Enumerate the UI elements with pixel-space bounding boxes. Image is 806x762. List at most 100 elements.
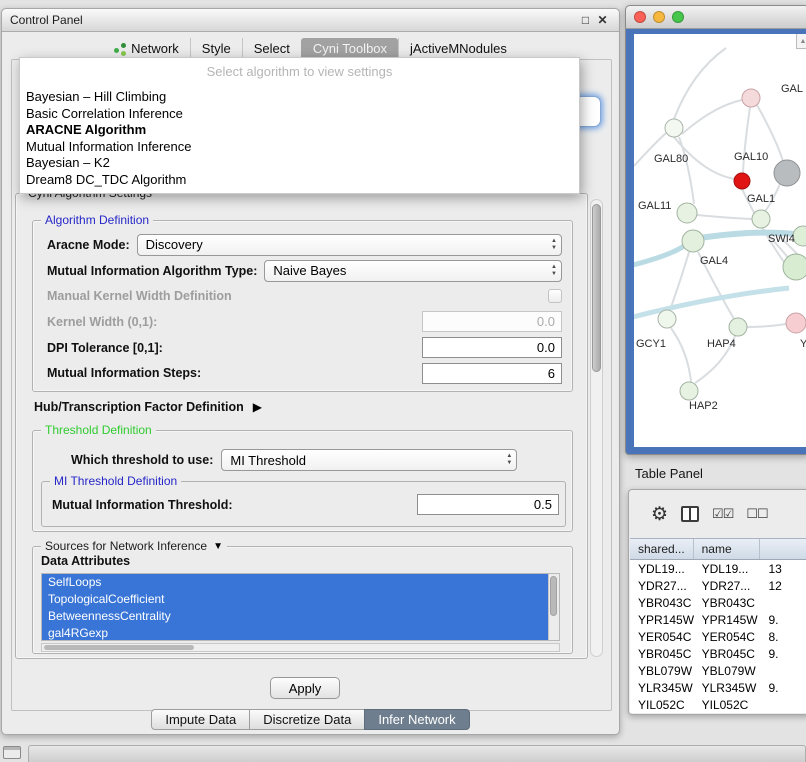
attributes-horizontal-scrollbar[interactable] [41, 643, 560, 652]
columns-icon[interactable] [681, 506, 699, 522]
attribute-item-betweennesscentrality[interactable]: BetweennessCentrality [42, 608, 548, 625]
network-edge[interactable] [743, 107, 750, 173]
network-svg[interactable]: GALGAL80GAL10GAL11GAL1SWI4GAL4GCY1HAP4YH… [634, 34, 806, 447]
table-row[interactable]: YBL079WYBL079W [630, 662, 806, 679]
gear-icon[interactable]: ⚙ [651, 505, 668, 524]
float-window-icon[interactable]: □ [577, 13, 594, 27]
network-node[interactable] [752, 210, 770, 228]
table-row[interactable]: YPR145WYPR145W9. [630, 611, 806, 628]
column-header-2[interactable] [760, 539, 806, 559]
table-cell: YLR345W [694, 679, 761, 696]
network-node[interactable] [783, 254, 806, 280]
network-edge[interactable] [634, 288, 789, 318]
combo-arrows-icon: ▲▼ [551, 264, 557, 278]
manual-kernel-checkbox[interactable] [548, 289, 562, 303]
table-cell: YPR145W [630, 611, 694, 628]
table-cell [760, 696, 806, 713]
dpi-tolerance-field[interactable]: 0.0 [422, 337, 562, 358]
network-edge[interactable] [697, 215, 752, 219]
kernel-width-field[interactable]: 0.0 [422, 311, 562, 332]
manual-kernel-label: Manual Kernel Width Definition [47, 289, 232, 303]
bottom-tabs: Impute DataDiscretize DataInfer Network [2, 709, 619, 730]
network-edge[interactable] [634, 246, 684, 266]
network-node[interactable] [680, 382, 698, 400]
network-node[interactable] [734, 173, 750, 189]
network-node[interactable] [677, 203, 697, 223]
algorithm-option-bayesian-hill-climbing[interactable]: Bayesian – Hill Climbing [20, 89, 579, 106]
table-row[interactable]: YBR045CYBR045C9. [630, 645, 806, 662]
algorithm-option-basic-correlation-inference[interactable]: Basic Correlation Inference [20, 106, 579, 123]
mi-threshold-field[interactable]: 0.5 [417, 494, 559, 515]
table-row[interactable]: YDR27...YDR27...12 [630, 577, 806, 594]
table-row[interactable]: YER054CYER054C8. [630, 628, 806, 645]
mac-minimize-icon[interactable] [653, 11, 665, 23]
bottom-tab-discretize-data[interactable]: Discretize Data [249, 709, 365, 730]
network-node[interactable] [793, 226, 806, 246]
aracne-mode-label: Aracne Mode: [47, 238, 130, 252]
network-node[interactable] [682, 230, 704, 252]
dpi-tolerance-label: DPI Tolerance [0,1]: [47, 341, 163, 355]
mac-zoom-icon[interactable] [672, 11, 684, 23]
expand-right-icon[interactable]: ▶ [253, 400, 262, 414]
mi-type-combobox[interactable]: Naive Bayes ▲▼ [264, 260, 562, 282]
network-edge[interactable] [679, 137, 694, 204]
select-all-checkboxes-icon[interactable]: ☑☑ [712, 506, 733, 522]
which-threshold-label: Which threshold to use: [71, 453, 213, 467]
which-threshold-combobox[interactable]: MI Threshold ▲▼ [221, 449, 517, 471]
network-node[interactable] [665, 119, 683, 137]
table-panel-window: ⚙ ☑☑ ☐☐ shared...name YDL19...YDL19...13… [628, 489, 806, 715]
mi-steps-field[interactable]: 6 [422, 363, 562, 384]
network-node[interactable] [786, 313, 806, 333]
column-header-shared[interactable]: shared... [630, 539, 694, 559]
attributes-vertical-scrollbar[interactable] [548, 574, 559, 640]
algorithm-dropdown-list: Bayesian – Hill ClimbingBasic Correlatio… [20, 89, 579, 188]
data-attributes-label: Data Attributes [41, 554, 130, 568]
algorithm-definition-group: Algorithm Definition Aracne Mode: Discov… [32, 220, 573, 392]
attribute-item-topologicalcoefficient[interactable]: TopologicalCoefficient [42, 591, 548, 608]
sources-group-title[interactable]: Sources for Network Inference ▼ [41, 539, 227, 553]
collapse-down-icon[interactable]: ▼ [213, 541, 223, 552]
table-cell [760, 662, 806, 679]
table-row[interactable]: YLR345WYLR345W9. [630, 679, 806, 696]
settings-scrollbar[interactable] [590, 199, 603, 657]
network-node[interactable] [729, 318, 747, 336]
network-node[interactable] [774, 160, 800, 186]
network-edge[interactable] [682, 100, 742, 134]
network-node[interactable] [658, 310, 676, 328]
data-attributes-list[interactable]: SelfLoopsTopologicalCoefficientBetweenne… [41, 573, 560, 641]
clear-checkboxes-icon[interactable]: ☐☐ [746, 506, 767, 522]
close-window-icon[interactable]: ✕ [594, 13, 611, 27]
network-canvas[interactable]: GALGAL80GAL10GAL11GAL1SWI4GAL4GCY1HAP4YH… [634, 34, 806, 447]
algorithm-option-mutual-information-inference[interactable]: Mutual Information Inference [20, 139, 579, 156]
node-label-gal: GAL [781, 83, 803, 95]
table-cell: YBR043C [694, 594, 761, 611]
network-scrollbar-button[interactable]: ▲ [796, 34, 806, 49]
network-edge[interactable] [670, 252, 689, 310]
mac-close-icon[interactable] [634, 11, 646, 23]
control-panel-titlebar[interactable]: Control Panel □ ✕ [2, 9, 619, 32]
network-edge[interactable] [671, 328, 691, 382]
table-row[interactable]: YDL19...YDL19...13 [630, 560, 806, 577]
table-row[interactable]: YBR043CYBR043C [630, 594, 806, 611]
network-node[interactable] [742, 89, 760, 107]
tab-label: Style [202, 41, 231, 56]
apply-button[interactable]: Apply [270, 677, 340, 699]
minimized-panel-icon[interactable] [3, 746, 21, 759]
bottom-tab-infer-network[interactable]: Infer Network [364, 709, 469, 730]
algorithm-option-aracne-algorithm[interactable]: ARACNE Algorithm [20, 122, 579, 139]
aracne-mode-combobox[interactable]: Discovery ▲▼ [137, 234, 562, 256]
attribute-item-selfloops[interactable]: SelfLoops [42, 574, 548, 591]
algorithm-option-bayesian-k2[interactable]: Bayesian – K2 [20, 155, 579, 172]
node-label-gal10: GAL10 [734, 151, 768, 163]
bottom-tab-impute-data[interactable]: Impute Data [151, 709, 250, 730]
column-header-name[interactable]: name [694, 539, 761, 559]
attribute-item-gal4rgexp[interactable]: gal4RGexp [42, 625, 548, 641]
network-window-titlebar[interactable] [626, 6, 806, 29]
table-cell: 9. [760, 611, 806, 628]
hub-definition-section[interactable]: Hub/Transcription Factor Definition ▶ [34, 400, 262, 414]
network-edge[interactable] [747, 324, 786, 327]
algorithm-option-dream8-dc-tdc-algorithm[interactable]: Dream8 DC_TDC Algorithm [20, 172, 579, 189]
table-row[interactable]: YIL052CYIL052C [630, 696, 806, 713]
bottom-status-bar[interactable] [28, 745, 806, 762]
node-label-gal11: GAL11 [638, 200, 671, 212]
